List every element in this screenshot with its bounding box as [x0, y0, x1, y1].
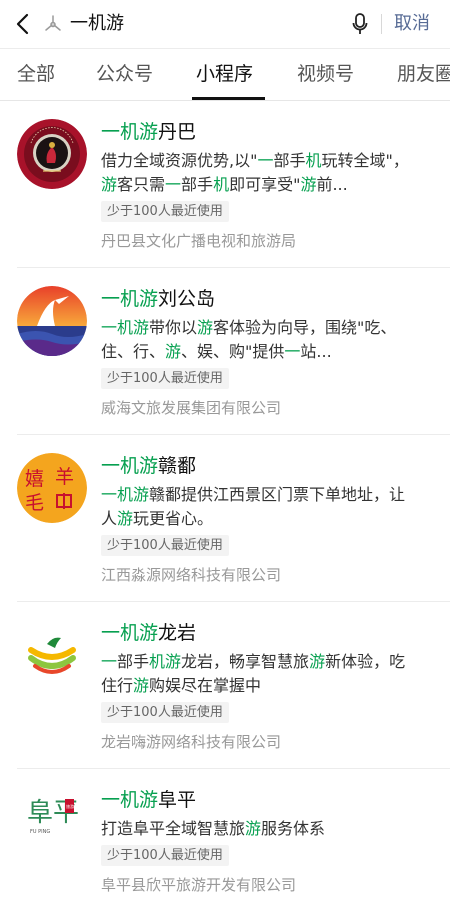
description-text: 借力全域资源优势,以" — [101, 151, 258, 170]
highlight-text: 游 — [101, 175, 118, 194]
result-title: 一机游刘公岛 — [101, 288, 216, 310]
highlight-text: 游 — [300, 175, 317, 194]
svg-text:FU PING: FU PING — [30, 829, 50, 835]
search-tabs: 全部 公众号 小程序 视频号 朋友圈 — [0, 49, 450, 101]
description-text: 部手 — [181, 175, 214, 194]
highlight-text: 一 — [165, 175, 182, 194]
highlight-text: 游 — [197, 318, 214, 337]
usage-badge: 少于100人最近使用 — [101, 535, 229, 556]
result-item-liugongdao[interactable]: 一机游刘公岛 一机游带你以游客体验为向导，围绕"吃、住、行、游、娱、购"提供一站… — [0, 268, 450, 435]
svg-text:旅游: 旅游 — [66, 803, 74, 809]
result-title: 一机游龙岩 — [101, 622, 197, 644]
description-text: 服务体系 — [261, 819, 326, 838]
usage-badge: 少于100人最近使用 — [101, 201, 229, 222]
liugongdao-logo-icon — [17, 286, 87, 356]
result-description: 借力全域资源优势,以"一部手机玩转全域"，游客只需一部手机即可享受"游前... — [101, 149, 421, 197]
search-bar: 一机游 取消 — [0, 0, 450, 48]
usage-badge: 少于100人最近使用 — [101, 702, 229, 723]
svg-text:毛: 毛 — [25, 492, 44, 514]
fuping-logo-icon: 阜平 FU PING 旅游 — [17, 787, 87, 857]
description-text: 打造阜平全域智慧旅 — [101, 819, 246, 838]
description-text: 购娱尽在掌握中 — [149, 676, 262, 695]
highlight-text: 游 — [117, 509, 134, 528]
usage-badge: 少于100人最近使用 — [101, 368, 229, 389]
usage-badge: 少于100人最近使用 — [101, 845, 229, 866]
highlight-text: 游 — [245, 819, 262, 838]
highlight-text: 一 — [101, 652, 118, 671]
result-description: 一部手机游龙岩，畅享智慧旅游新体验，吃住行游购娱尽在掌握中 — [101, 650, 421, 698]
result-description: 一机游赣鄱提供江西景区门票下单地址，让人游玩更省心。 — [101, 483, 421, 531]
tab-moments[interactable]: 朋友圈 — [397, 61, 450, 87]
svg-text:羊: 羊 — [55, 466, 74, 488]
cancel-button[interactable]: 取消 — [394, 11, 430, 37]
result-item-fuping[interactable]: 阜平 FU PING 旅游 一机游阜平 打造阜平全域智慧旅游服务体系 少于100… — [0, 769, 450, 900]
longyan-logo-icon — [17, 620, 87, 690]
microphone-icon[interactable] — [351, 12, 369, 36]
result-source: 江西淼源网络科技有限公司 — [101, 566, 282, 584]
result-source: 龙岩嗨游网络科技有限公司 — [101, 733, 282, 751]
result-source: 威海文旅发展集团有限公司 — [101, 399, 282, 417]
result-item-danba[interactable]: 一机游丹巴 借力全域资源优势,以"一部手机玩转全域"，游客只需一部手机即可享受"… — [0, 101, 450, 268]
svg-text:嬉: 嬉 — [25, 468, 44, 490]
highlight-text: 游 — [133, 676, 150, 695]
description-text: 、娱、购"提供 — [181, 342, 285, 361]
description-text: 玩更省心。 — [133, 509, 214, 528]
description-text: 前... — [316, 175, 348, 194]
description-text: 部手 — [273, 151, 306, 170]
tab-all[interactable]: 全部 — [17, 61, 55, 87]
description-text: 客只需 — [117, 175, 166, 194]
search-input[interactable]: 一机游 — [70, 11, 124, 37]
description-text: 部手 — [117, 652, 150, 671]
highlight-text: 游 — [309, 652, 326, 671]
result-title: 一机游丹巴 — [101, 121, 197, 143]
highlight-text: 一机游 — [101, 318, 150, 337]
result-source: 阜平县欣平旅游开发有限公司 — [101, 876, 297, 894]
result-title: 一机游赣鄱 — [101, 455, 197, 477]
highlight-text: 机 — [305, 151, 322, 170]
highlight-text: 机 — [213, 175, 230, 194]
highlight-text: 机游 — [149, 652, 182, 671]
highlight-text: 一 — [284, 342, 301, 361]
description-text: 玩转全域"， — [321, 151, 409, 170]
result-source: 丹巴县文化广播电视和旅游局 — [101, 232, 297, 250]
result-item-ganpo[interactable]: 嬉 羊 毛 一机游赣鄱 一机游赣鄱提供江西景区门票下单地址，让人游玩更省心。 少… — [0, 435, 450, 602]
result-description: 打造阜平全域智慧旅游服务体系 — [101, 817, 421, 843]
result-description: 一机游带你以游客体验为向导，围绕"吃、住、行、游、娱、购"提供一站... — [101, 316, 421, 364]
search-divider — [381, 14, 382, 34]
highlight-text: 一机游 — [101, 485, 150, 504]
result-title: 一机游阜平 — [101, 789, 197, 811]
highlight-text: 游 — [165, 342, 182, 361]
description-text: 即可享受" — [229, 175, 301, 194]
tab-channels[interactable]: 视频号 — [297, 61, 354, 87]
tab-official-accounts[interactable]: 公众号 — [96, 61, 153, 87]
description-text: 龙岩，畅享智慧旅 — [181, 652, 310, 671]
result-item-longyan[interactable]: 一机游龙岩 一部手机游龙岩，畅享智慧旅游新体验，吃住行游购娱尽在掌握中 少于10… — [0, 602, 450, 769]
description-text: 带你以 — [149, 318, 198, 337]
description-text: 站... — [300, 342, 332, 361]
mini-program-icon — [45, 15, 61, 31]
danba-logo-icon — [17, 119, 87, 189]
back-arrow-icon[interactable] — [12, 10, 34, 38]
ganpo-logo-icon: 嬉 羊 毛 — [17, 453, 87, 523]
tab-mini-programs[interactable]: 小程序 — [196, 61, 253, 87]
highlight-text: 一 — [257, 151, 274, 170]
